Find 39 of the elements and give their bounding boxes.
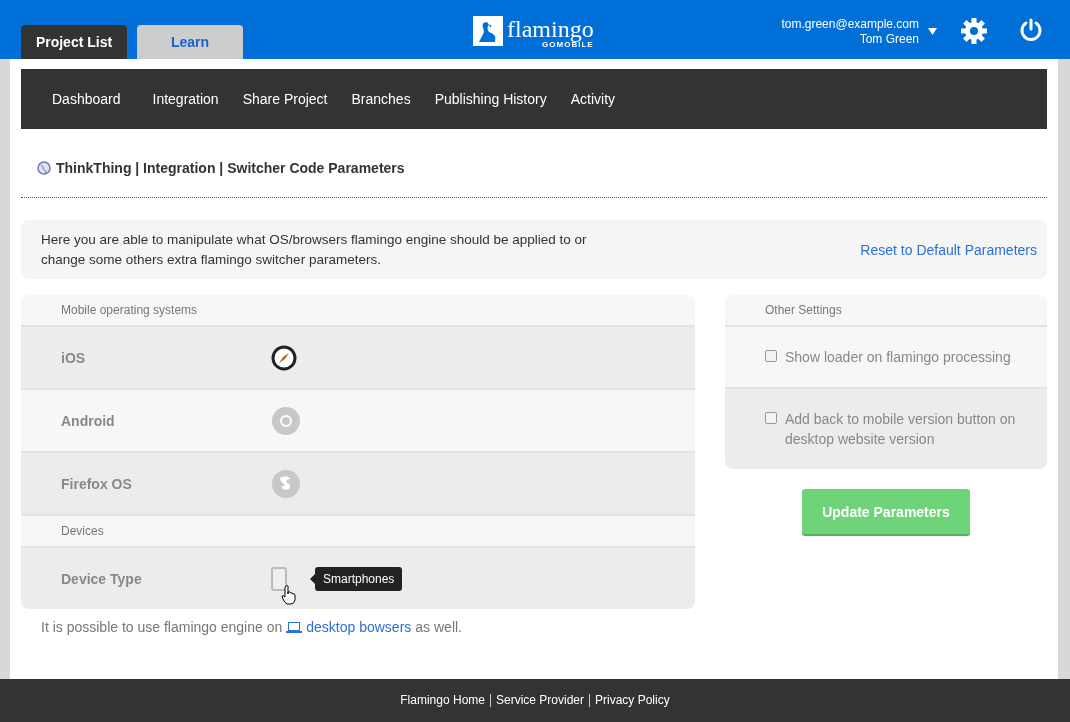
tooltip-pointer-icon: [310, 574, 315, 584]
tooltip: Smartphones: [315, 567, 403, 591]
nav-link[interactable]: Activity: [558, 91, 628, 107]
nav-link[interactable]: Dashboard: [40, 91, 133, 107]
nav-link[interactable]: Integration: [140, 91, 231, 107]
phone-icon[interactable]: [271, 566, 287, 591]
compass-icon: [271, 344, 297, 371]
globe-icon: [37, 161, 51, 175]
user-email[interactable]: tom.green@example.com: [781, 17, 919, 32]
footer-link[interactable]: Privacy Policy: [589, 694, 675, 707]
checkbox-label: Show loader on flamingo processing: [785, 348, 1011, 367]
checkbox[interactable]: [765, 412, 777, 424]
desktop-browsers-link[interactable]: desktop bowsers: [306, 619, 412, 635]
caret-icon[interactable]: [928, 28, 937, 35]
footer-link[interactable]: Service Provider: [490, 694, 589, 707]
footer-link[interactable]: Flamingo Home: [395, 694, 490, 707]
power-icon[interactable]: [1019, 18, 1043, 42]
nav-link[interactable]: Publishing History: [422, 91, 559, 107]
logo-name: flamingo: [507, 16, 594, 42]
checkbox-label: Add back to mobile version button on desktop website version: [785, 410, 1017, 449]
settings-icon[interactable]: [961, 18, 987, 44]
note-text: It is possible to use flamingo engine on: [41, 619, 283, 635]
row-label: Android: [61, 412, 116, 429]
checkbox[interactable]: [765, 350, 777, 362]
info-text: Here you are able to manipulate what OS/browsers flamingo engine should be applied to or change some others extra flamingo switcher parameters.: [41, 230, 588, 269]
nav-link[interactable]: Share Project: [230, 91, 340, 107]
note-text: as well.: [415, 619, 462, 635]
tab[interactable]: Project List: [21, 25, 127, 59]
row-label: Device Type: [61, 570, 143, 587]
user-name[interactable]: Tom Green: [781, 32, 919, 47]
tab[interactable]: Learn: [137, 25, 243, 59]
row-label: iOS: [61, 349, 87, 366]
row-label: Firefox OS: [61, 475, 133, 492]
swan-logo-icon: [473, 16, 503, 46]
laptop-icon: [286, 621, 303, 633]
hand-cursor-icon: [281, 585, 297, 605]
breadcrumb: ThinkThing | Integration | Switcher Code Parameters: [56, 160, 405, 176]
nav-link[interactable]: Branches: [339, 91, 423, 107]
reset-link[interactable]: Reset to Default Parameters: [860, 241, 1037, 258]
